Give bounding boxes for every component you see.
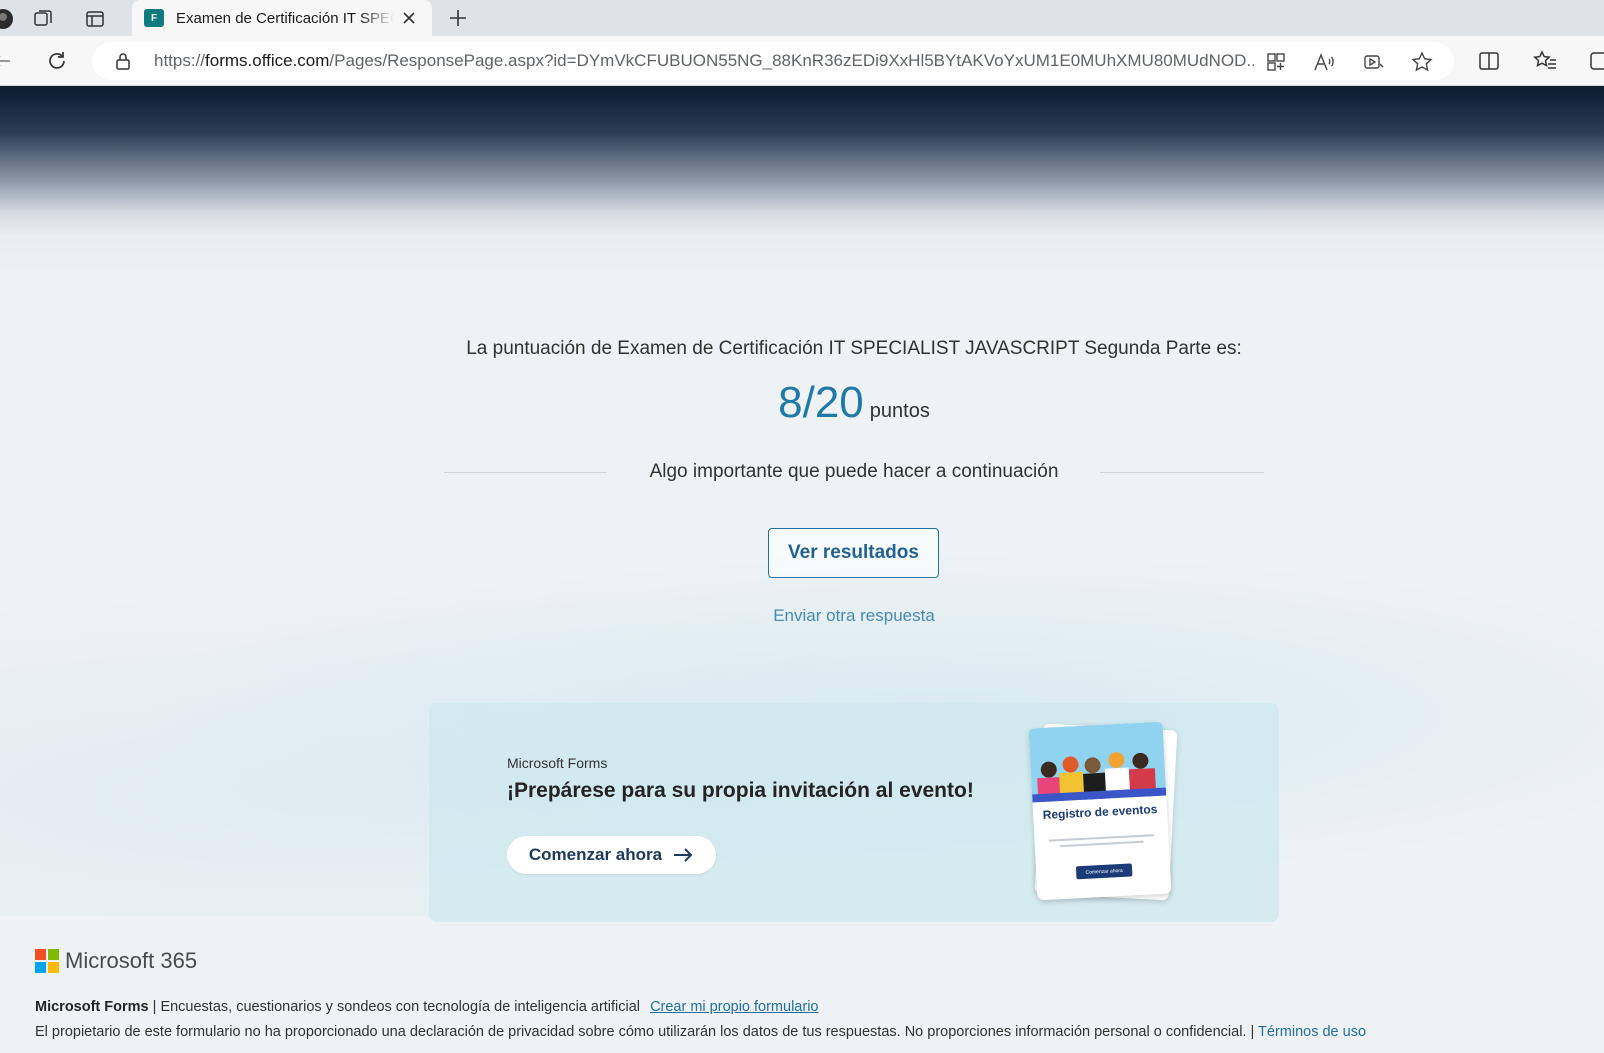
footer-product-line: Microsoft Forms | Encuestas, cuestionari… xyxy=(35,999,818,1015)
workspaces-icon[interactable] xyxy=(30,6,56,32)
score-description: La puntuación de Examen de Certificación… xyxy=(466,338,1242,359)
footer-privacy-line: El propietario de este formulario no ha … xyxy=(35,1024,1366,1040)
address-bar[interactable]: https://forms.office.com/Pages/ResponseP… xyxy=(92,42,1454,80)
create-form-link[interactable]: Crear mi propio formulario xyxy=(650,999,818,1015)
score-value: 8/20 xyxy=(778,378,864,427)
microsoft-365-logo: Microsoft 365 xyxy=(35,948,197,974)
view-results-button[interactable]: Ver resultados xyxy=(768,528,939,578)
url-prefix: https:// xyxy=(154,51,206,70)
back-arrow-icon[interactable] xyxy=(0,47,16,75)
microsoft-logo-icon xyxy=(35,949,59,973)
refresh-icon[interactable] xyxy=(43,47,71,75)
new-tab-icon[interactable] xyxy=(446,5,470,31)
submit-another-label[interactable]: Enviar otra respuesta xyxy=(773,606,935,625)
split-screen-icon[interactable] xyxy=(1476,48,1502,74)
score-display: 8/20 puntos xyxy=(0,378,1604,428)
promo-title: ¡Prepárese para su propia invitación al … xyxy=(507,779,974,802)
terms-of-use-link[interactable]: Términos de uso xyxy=(1258,1024,1366,1040)
card-text-lines xyxy=(1048,834,1155,852)
divider-right xyxy=(1100,472,1264,473)
read-aloud-icon[interactable] xyxy=(1312,50,1336,74)
promo-banner: Microsoft Forms ¡Prepárese para su propi… xyxy=(429,703,1279,922)
url-path: /Pages/ResponsePage.aspx?id=DYmVkCFUBUON… xyxy=(329,51,1254,70)
browser-tab-bar: F Examen de Certificación IT SPECIALIST … xyxy=(0,0,1604,36)
footer-tagline: Encuestas, cuestionarios y sondeos con t… xyxy=(160,999,641,1015)
score-unit: puntos xyxy=(869,400,930,422)
card-button: Comenzar ahora xyxy=(1075,863,1133,880)
forms-favicon-icon: F xyxy=(144,9,164,27)
url-host: forms.office.com xyxy=(205,51,330,70)
lock-icon[interactable] xyxy=(114,52,132,70)
arrow-right-icon xyxy=(674,848,693,862)
start-now-button[interactable]: Comenzar ahora xyxy=(507,836,716,874)
privacy-text: El propietario de este formulario no ha … xyxy=(35,1024,1255,1040)
submit-another-response-link[interactable]: Enviar otra respuesta xyxy=(0,606,1604,626)
favorites-icon[interactable] xyxy=(1532,48,1558,74)
close-tab-icon[interactable] xyxy=(400,9,418,27)
footer-product-name: Microsoft Forms xyxy=(35,999,149,1015)
start-now-label: Comenzar ahora xyxy=(528,845,663,864)
url-text[interactable]: https://forms.office.com/Pages/ResponseP… xyxy=(154,51,1254,71)
app-available-icon[interactable] xyxy=(1264,50,1288,74)
active-tab[interactable]: F Examen de Certificación IT SPECIALIST … xyxy=(132,0,432,36)
next-steps-title: Algo importante que puede hacer a contin… xyxy=(649,461,1059,482)
people-illustration-icon xyxy=(1028,721,1167,803)
media-icon[interactable] xyxy=(1362,50,1386,74)
card-title: Registro de eventos xyxy=(1042,802,1158,822)
microsoft-365-text: Microsoft 365 xyxy=(65,948,198,973)
promo-brand: Microsoft Forms xyxy=(507,755,608,771)
footer-separator: | xyxy=(152,999,157,1015)
forms-response-page: La puntuación de Examen de Certificación… xyxy=(0,86,1604,1053)
collections-icon[interactable] xyxy=(1586,48,1604,74)
profile-avatar-icon[interactable] xyxy=(0,6,16,32)
tab-title: Examen de Certificación IT SPECIALIST JA… xyxy=(176,9,394,27)
favorite-star-icon[interactable] xyxy=(1410,50,1434,74)
browser-toolbar: https://forms.office.com/Pages/ResponseP… xyxy=(0,36,1604,86)
event-registration-card-image: Registro de eventos Comenzar ahora xyxy=(1028,721,1172,901)
vertical-tabs-icon[interactable] xyxy=(82,6,108,32)
